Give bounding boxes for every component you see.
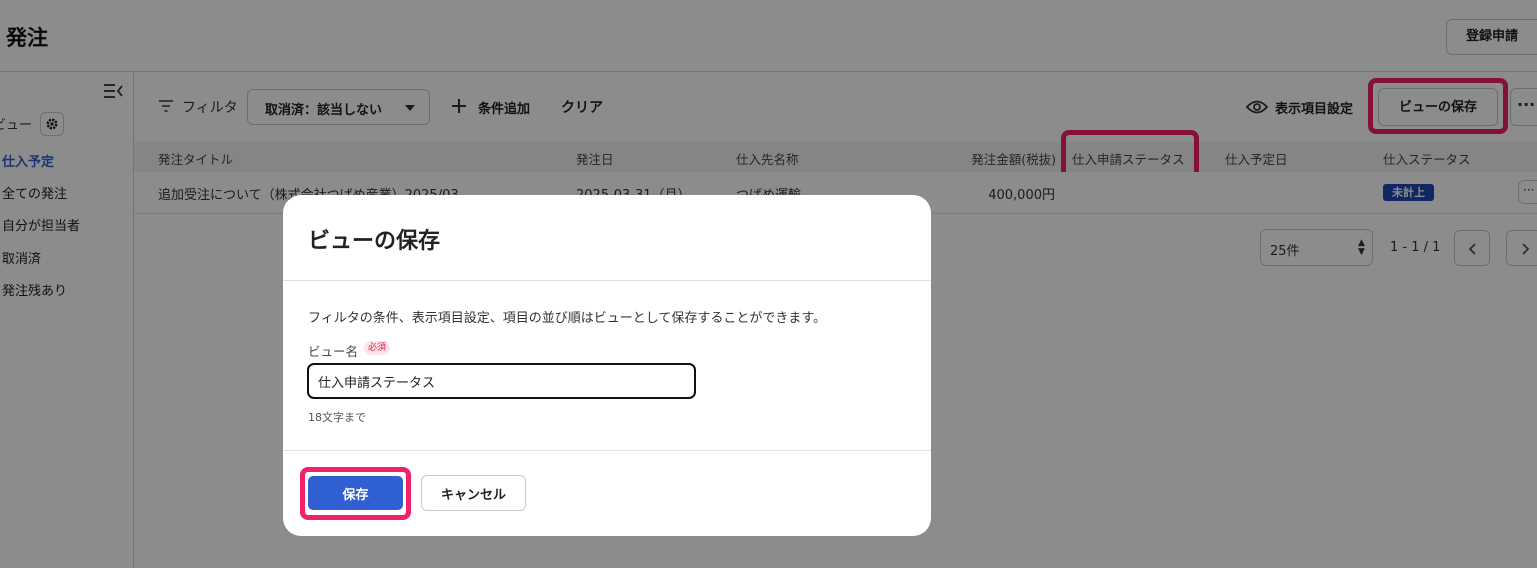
required-badge: 必須 <box>364 341 391 355</box>
divider <box>283 450 931 451</box>
divider <box>283 280 931 281</box>
dialog-title: ビューの保存 <box>308 229 441 254</box>
dialog-description: フィルタの条件、表示項目設定、項目の並び順はビューとして保存することができます。 <box>308 311 827 326</box>
view-name-input[interactable] <box>307 363 696 399</box>
cancel-button[interactable]: キャンセル <box>421 475 526 511</box>
highlight-save-button <box>300 467 411 520</box>
character-limit-hint: 18文字まで <box>308 411 366 424</box>
purchase-order-page: 発注 登録申請 ビュー 仕入予定 全ての発注 自分が担当者 取消済 発注残あり … <box>0 0 1537 568</box>
view-name-label: ビュー名 <box>308 344 359 359</box>
save-view-dialog: ビューの保存 フィルタの条件、表示項目設定、項目の並び順はビューとして保存するこ… <box>283 195 931 536</box>
